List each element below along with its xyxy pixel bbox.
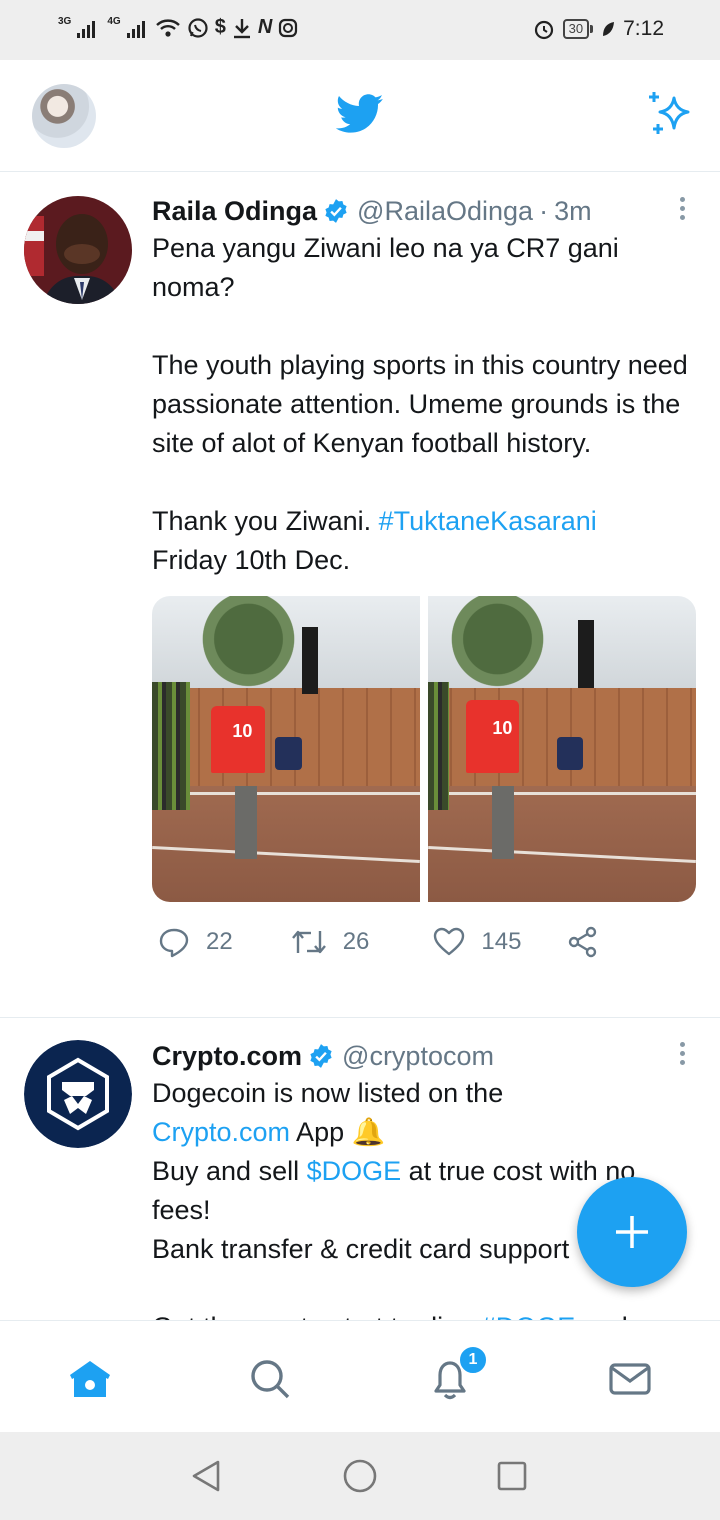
tweet-paragraph: Pena yangu Ziwani leo na ya CR7 gani nom… [152, 233, 619, 302]
download-icon [233, 18, 250, 38]
heart-icon [434, 927, 465, 956]
notification-badge: 1 [458, 1345, 488, 1375]
separator-dot: · [539, 195, 549, 226]
author-name[interactable]: Raila Odinga [152, 196, 317, 227]
tweet-line: Get the app to start trading #DOGE and [152, 1308, 696, 1320]
retweet-icon [291, 930, 326, 954]
tweet-media[interactable]: 10 10 [152, 596, 696, 902]
more-options-icon[interactable] [668, 1042, 696, 1070]
compose-tweet-button[interactable] [577, 1177, 687, 1287]
tweet-line: Crypto.com App 🔔 [152, 1113, 696, 1152]
signal-icon-2 [126, 18, 145, 38]
battery-icon: 30 [562, 19, 594, 39]
signal-icon [77, 18, 96, 38]
home-icon [70, 1361, 110, 1397]
tweet-text-span: and [575, 1312, 628, 1320]
share-action[interactable] [567, 926, 599, 958]
recents-icon[interactable] [496, 1460, 528, 1492]
leaf-icon [603, 22, 615, 36]
author-handle[interactable]: @cryptocom [342, 1041, 494, 1072]
tweet-author-avatar[interactable] [24, 196, 132, 304]
twitter-bird-icon [336, 94, 384, 133]
status-bar: 3G 4G $ N 30 7:12 [0, 0, 720, 60]
reply-count: 22 [206, 928, 233, 955]
share-icon [569, 926, 597, 958]
dollar-icon: $ [214, 16, 226, 38]
reply-action[interactable]: 22 [158, 926, 233, 958]
verified-badge-icon [310, 1044, 332, 1068]
wifi-icon [155, 18, 180, 37]
tweet-actions: 22 26 145 [152, 922, 696, 962]
back-icon[interactable] [188, 1458, 224, 1494]
network-4g-label: 4G [107, 16, 121, 27]
like-count: 145 [481, 928, 522, 955]
tweet-text-span: Thank you Ziwani. [152, 506, 379, 536]
status-left: 3G 4G $ N [58, 16, 298, 39]
tweet-text: Pena yangu Ziwani leo na ya CR7 gani nom… [152, 229, 696, 580]
jersey-number: 10 [232, 721, 253, 742]
bottom-tab-bar: 1 [0, 1320, 720, 1432]
hashtag-link[interactable]: #DOGE [481, 1312, 576, 1320]
timeline[interactable]: Raila Odinga @RailaOdinga · 3m Pena yang… [0, 173, 720, 1320]
crypto-logo-icon [24, 1040, 132, 1148]
tweet-text-span: Buy and sell [152, 1156, 307, 1186]
system-navigation-bar [0, 1432, 720, 1520]
status-time: 7:12 [623, 17, 664, 40]
avatar-portrait [24, 196, 132, 304]
network-3g-label: 3G [58, 16, 72, 27]
search-icon [251, 1360, 290, 1399]
battery-level: 30 [562, 19, 590, 39]
profile-avatar[interactable] [32, 84, 96, 148]
tweet-header: Crypto.com @cryptocom [152, 1038, 696, 1074]
tweet-photo[interactable]: 10 [152, 596, 420, 902]
tweet-line: Dogecoin is now listed on the [152, 1078, 504, 1108]
author-name[interactable]: Crypto.com [152, 1041, 302, 1072]
author-handle[interactable]: @RailaOdinga [357, 196, 533, 227]
tweet-paragraph: Thank you Ziwani. #TuktaneKasarani [152, 502, 696, 541]
whatsapp-icon [188, 17, 208, 38]
tweet-text-span: App [290, 1117, 352, 1147]
app-header [0, 60, 720, 172]
tweet-paragraph: Friday 10th Dec. [152, 545, 351, 575]
messages-icon [609, 1363, 651, 1395]
retweet-action[interactable]: 26 [291, 927, 370, 957]
alarm-icon [534, 20, 553, 40]
jersey-number: 10 [492, 718, 513, 739]
hashtag-link[interactable]: #TuktaneKasarani [379, 506, 597, 536]
like-action[interactable]: 145 [433, 927, 521, 957]
verified-badge-icon [325, 199, 347, 223]
crypto-link[interactable]: Crypto.com [152, 1117, 290, 1147]
home-circle-icon[interactable] [342, 1458, 378, 1494]
tweet[interactable]: Raila Odinga @RailaOdinga · 3m Pena yang… [0, 173, 720, 1018]
cashtag-link[interactable]: $DOGE [307, 1156, 402, 1186]
plus-icon [616, 1216, 648, 1248]
sparkle-icon[interactable] [646, 90, 694, 138]
messages-tab[interactable] [608, 1357, 652, 1401]
tweet-time[interactable]: 3m [554, 196, 592, 227]
home-tab[interactable] [68, 1357, 112, 1401]
tweet-paragraph: The youth playing sports in this country… [152, 350, 688, 458]
more-options-icon[interactable] [668, 197, 696, 225]
retweet-count: 26 [342, 928, 370, 955]
tweet-photo[interactable]: 10 [428, 596, 696, 902]
instagram-icon [279, 18, 298, 37]
tweet-author-avatar[interactable] [24, 1040, 132, 1148]
tweet-header: Raila Odinga @RailaOdinga · 3m [152, 193, 696, 229]
bell-emoji-icon: 🔔 [351, 1117, 386, 1147]
reply-icon [159, 928, 189, 958]
tweet-text-span: Get the app to start trading [152, 1312, 481, 1320]
search-tab[interactable] [248, 1357, 292, 1401]
status-right: 30 7:12 [533, 17, 664, 41]
nfc-icon: N [257, 16, 273, 38]
